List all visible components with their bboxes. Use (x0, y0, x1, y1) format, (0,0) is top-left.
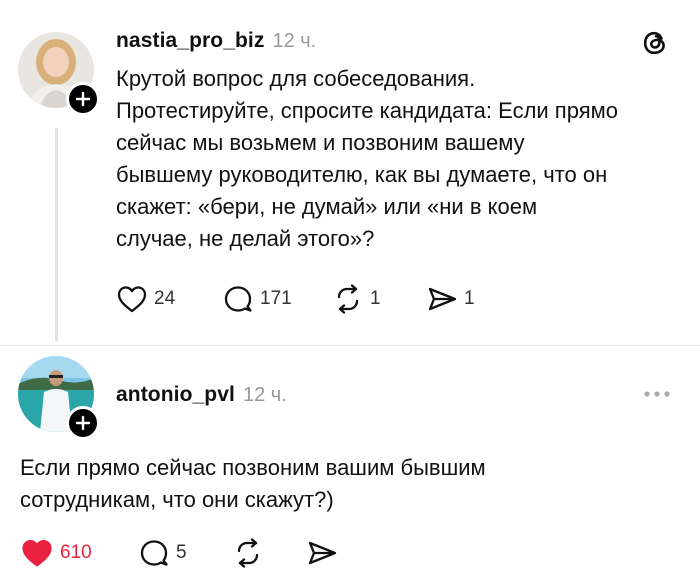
repost-button[interactable]: 1 (332, 284, 381, 314)
threads-logo-icon[interactable] (640, 28, 670, 58)
reply-button[interactable]: 171 (222, 284, 292, 314)
post-text-line: Крутой вопрос для собеседования. (116, 66, 476, 91)
reply-text: Если прямо сейчас позвоним вашим бывшим … (20, 452, 680, 516)
post-text-line: случае, не делай этого»? (116, 226, 375, 251)
timestamp: 12 ч. (242, 384, 287, 406)
reply-text-line: сотрудникам, что они скажут?) (20, 487, 334, 512)
more-options-icon[interactable] (642, 387, 672, 401)
like-button[interactable]: 24 (116, 284, 175, 314)
like-count: 24 (154, 288, 176, 309)
heart-icon (116, 284, 148, 314)
repost-button[interactable] (232, 538, 264, 568)
reply-header: antonio_pvl 12 ч. (116, 383, 287, 407)
repost-icon (232, 538, 264, 568)
follow-plus-button[interactable] (66, 406, 100, 440)
post-text-line: скажет: «бери, не думай» или «ни в коем (116, 194, 538, 219)
follow-plus-button[interactable] (66, 82, 100, 116)
comment-bubble-icon (222, 284, 254, 314)
timestamp: 12 ч. (272, 30, 317, 52)
like-count: 610 (60, 542, 92, 563)
like-button[interactable]: 610 (20, 537, 92, 569)
heart-filled-icon (20, 537, 54, 569)
send-icon (426, 284, 458, 314)
post-text-line: Протестируйте, спросите кандидата: Если … (116, 98, 618, 123)
post-text: Крутой вопрос для собеседования. Протест… (116, 63, 686, 255)
username[interactable]: nastia_pro_biz (116, 29, 264, 53)
post-text-line: сейчас мы возьмем и позвоним вашему (116, 130, 525, 155)
post-header: nastia_pro_biz 12 ч. (116, 29, 316, 53)
divider (0, 345, 700, 346)
reply-button[interactable]: 5 (138, 538, 187, 568)
share-button[interactable]: 1 (426, 284, 475, 314)
reply-count: 5 (176, 542, 187, 563)
username[interactable]: antonio_pvl (116, 383, 235, 407)
share-button[interactable] (306, 538, 338, 568)
reply-count: 171 (260, 288, 292, 309)
thread-line (55, 128, 58, 342)
repost-icon (332, 284, 364, 314)
reply-text-line: Если прямо сейчас позвоним вашим бывшим (20, 455, 486, 480)
send-icon (306, 538, 338, 568)
comment-bubble-icon (138, 538, 170, 568)
repost-count: 1 (370, 288, 381, 309)
share-count: 1 (464, 288, 475, 309)
post-text-line: бывшему руководителю, как вы думаете, чт… (116, 162, 608, 187)
